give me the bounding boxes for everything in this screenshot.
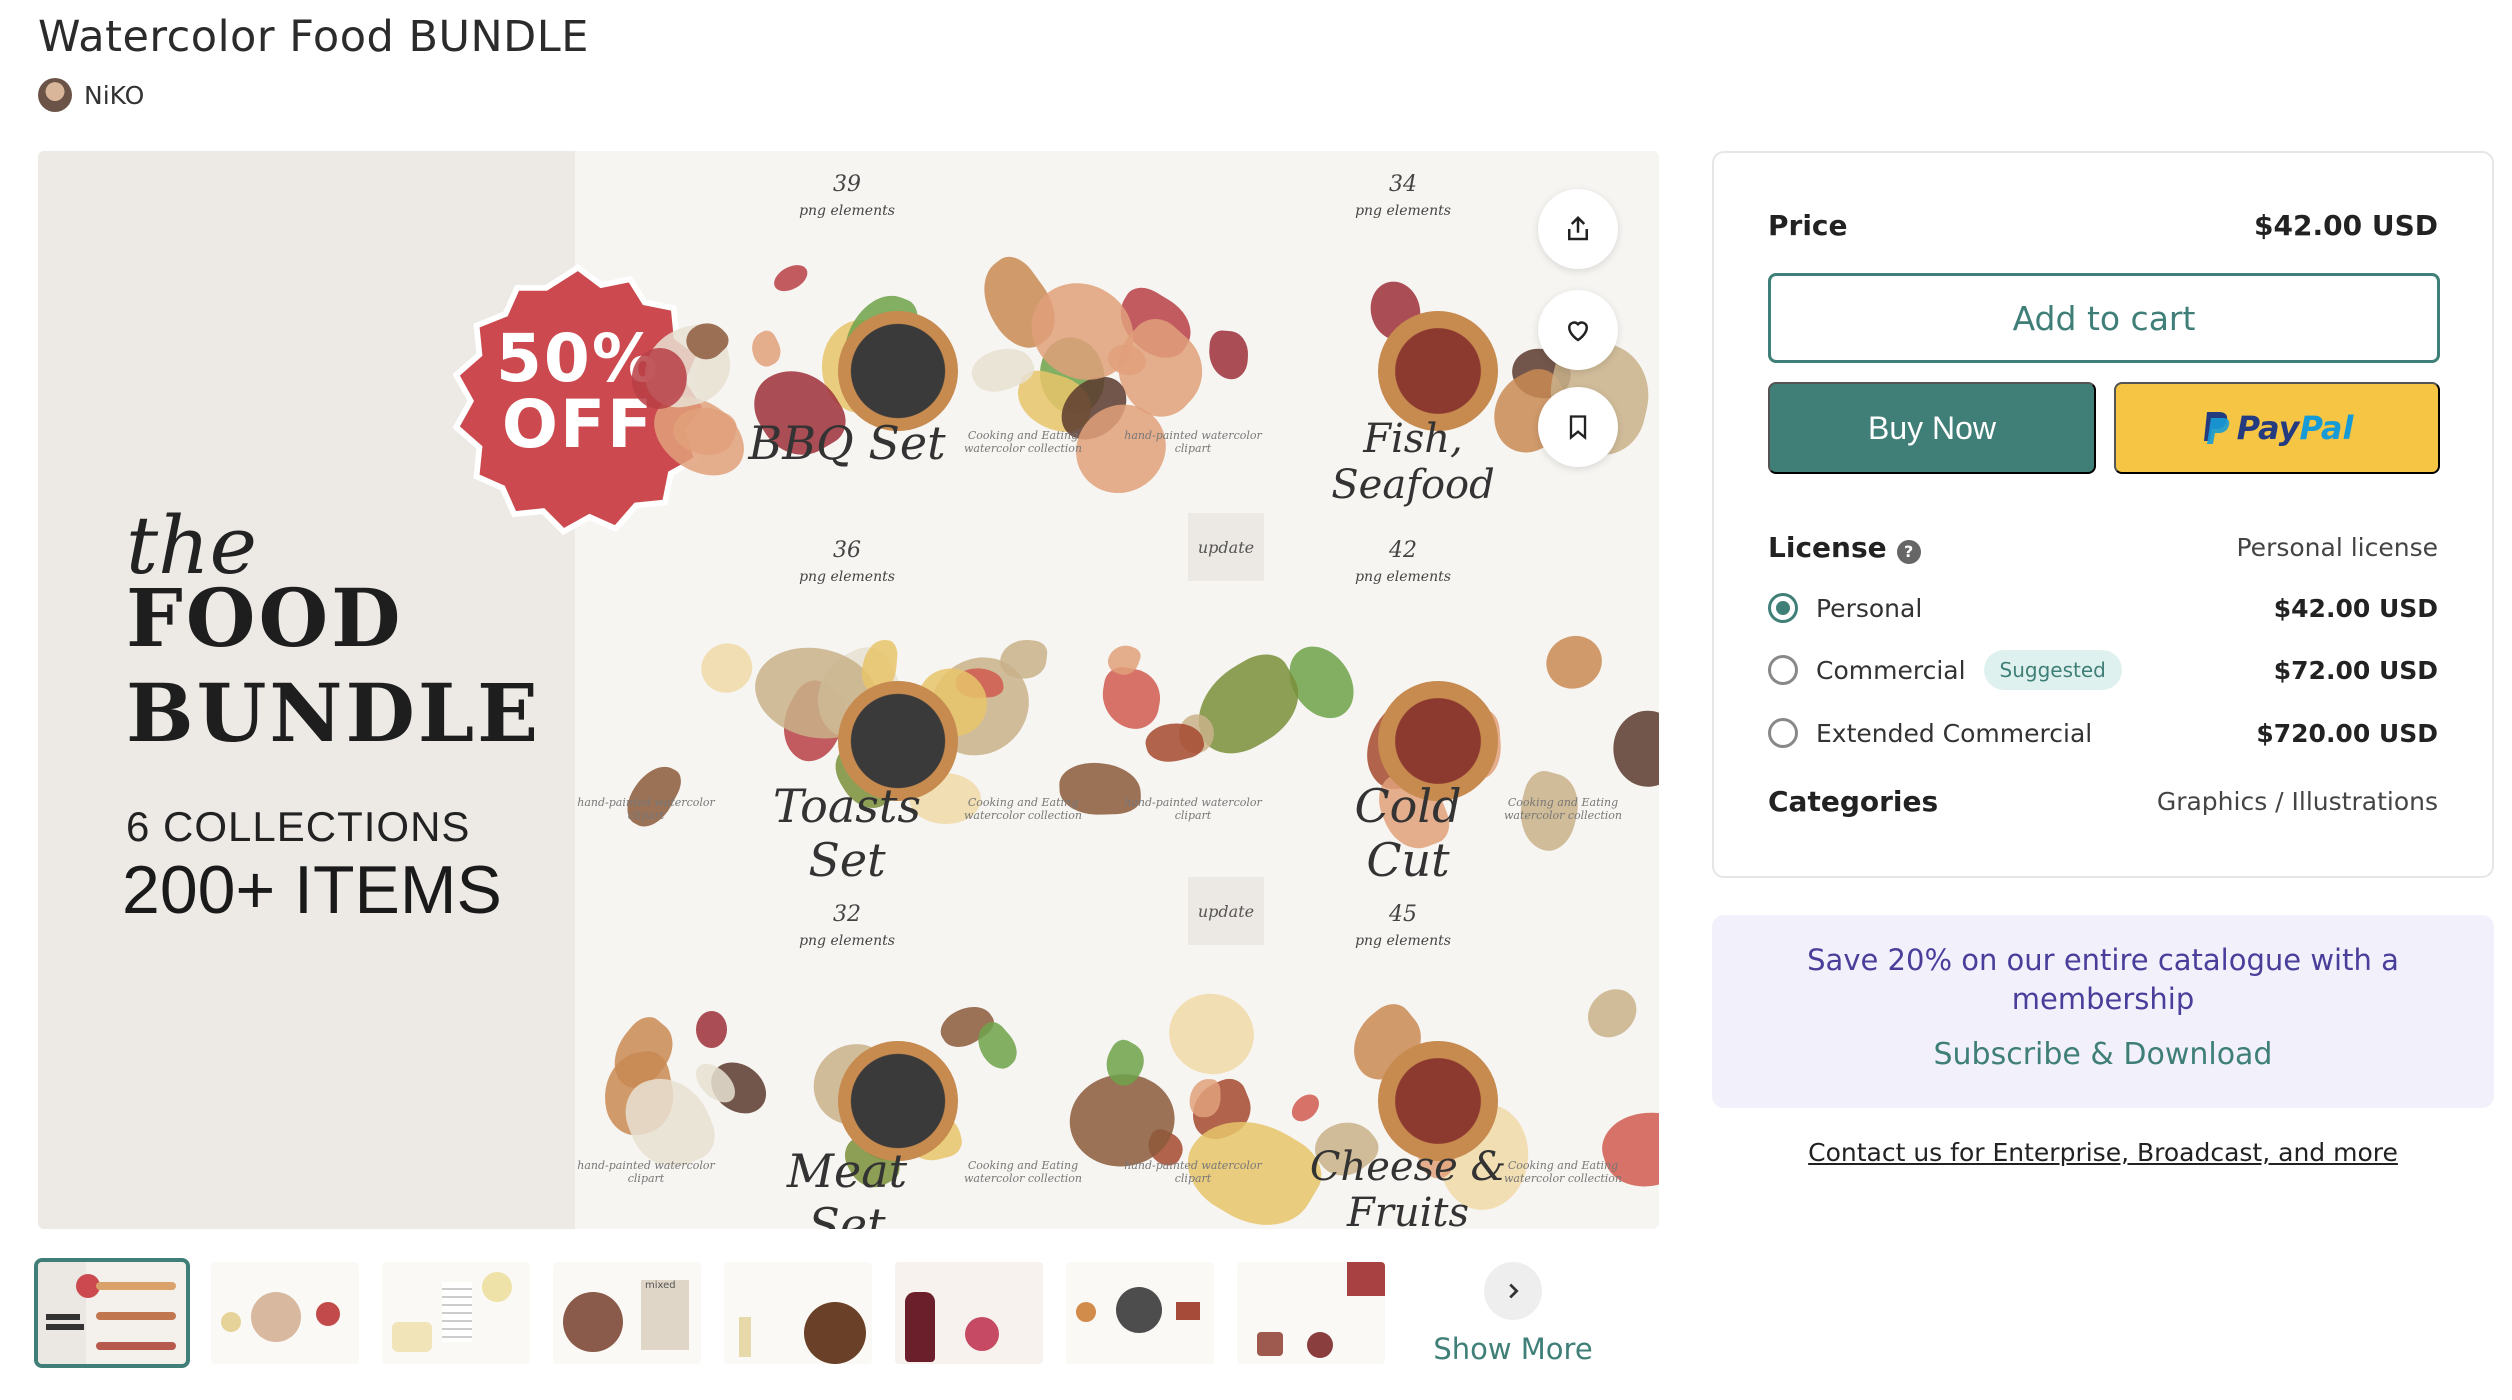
buy-now-button[interactable]: Buy Now [1768, 382, 2096, 474]
license-option-personal[interactable]: Personal $42.00 USD [1768, 593, 2438, 623]
radio-button[interactable] [1768, 718, 1798, 748]
food-illustration [1097, 663, 1165, 732]
food-illustration [838, 311, 958, 431]
author-name: NiKO [84, 80, 145, 110]
food-illustration [838, 1041, 958, 1161]
food-illustration [1287, 1088, 1325, 1127]
chevron-right-icon [1484, 1262, 1542, 1320]
collection-subtitle: Cooking and Eating watercolor collection [964, 1159, 1082, 1185]
collection-count: 36 png elements [799, 538, 895, 586]
hero-collections-count: 6 COLLECTIONS [126, 803, 471, 850]
categories-label: Categories [1768, 785, 1939, 818]
thumbnail[interactable] [724, 1262, 872, 1364]
collection-count: 42 png elements [1355, 538, 1451, 586]
food-illustration [1207, 330, 1250, 381]
collection-subtitle: hand-painted watercolor clipart [1124, 1159, 1262, 1185]
paypal-logo-icon [2203, 412, 2229, 444]
license-option-extended-commercial[interactable]: Extended Commercial $720.00 USD [1768, 718, 2438, 748]
food-illustration [693, 636, 761, 701]
membership-banner: Save 20% on our entire catalogue with a … [1712, 915, 2494, 1108]
save-button[interactable] [1538, 387, 1618, 467]
share-button[interactable] [1538, 189, 1618, 269]
paypal-pay: Pay [2236, 409, 2300, 447]
food-illustration [1537, 627, 1611, 698]
author-avatar [38, 78, 72, 112]
product-title: Watercolor Food BUNDLE [38, 12, 589, 62]
collection-count: 34 png elements [1355, 172, 1451, 220]
license-selected: Personal license [2236, 533, 2439, 562]
hero-bundle-heading: BUNDLE [126, 666, 542, 760]
collection-subtitle: Cooking and Eating watercolor collection [1504, 796, 1622, 822]
collection-name: Cheese & Fruits [1309, 1144, 1507, 1229]
food-illustration [1378, 1041, 1498, 1161]
membership-text: Save 20% on our entire catalogue with a … [1807, 943, 2399, 1016]
show-more-label: Show More [1433, 1332, 1593, 1366]
heart-icon [1567, 321, 1589, 342]
update-tag: update [1188, 877, 1264, 945]
thumbnail[interactable] [1237, 1262, 1385, 1364]
collection-subtitle: hand-painted watercolor clipart [1124, 796, 1262, 822]
food-illustration [695, 1010, 727, 1049]
show-more-button[interactable]: Show More [1413, 1262, 1613, 1366]
thumbnail[interactable] [1066, 1262, 1214, 1364]
collection-subtitle: hand-painted watercolor clipart [577, 1159, 715, 1185]
thumbnail[interactable] [895, 1262, 1043, 1364]
food-illustration [746, 327, 787, 371]
paypal-button[interactable]: PayPal [2114, 382, 2440, 474]
thumbnail-label: mixed [645, 1280, 676, 1291]
food-illustration [1577, 979, 1647, 1048]
update-tag: update [1188, 513, 1264, 581]
collection-subtitle: hand-painted watercolor clipart [577, 796, 715, 822]
license-option-name: Extended Commercial [1816, 718, 2093, 748]
help-icon[interactable]: ? [1896, 539, 1921, 564]
add-to-cart-button[interactable]: Add to cart [1768, 273, 2440, 363]
food-illustration [1160, 983, 1264, 1084]
license-option-price: $42.00 USD [2273, 593, 2438, 623]
collection-count: 32 png elements [799, 902, 895, 950]
thumbnail[interactable] [34, 1258, 190, 1368]
author-link[interactable]: NiKO [38, 78, 144, 112]
thumbnail[interactable]: mixed [553, 1262, 701, 1364]
license-option-price: $72.00 USD [2273, 655, 2438, 685]
radio-button[interactable] [1768, 593, 1798, 623]
radio-button[interactable] [1768, 655, 1798, 685]
thumbnail[interactable] [211, 1262, 359, 1364]
collection-subtitle: hand-painted watercolor clipart [1124, 429, 1262, 455]
categories-link[interactable]: Graphics / Illustrations [2157, 787, 2438, 816]
hero-preview-image[interactable]: 50% OFF the FOOD BUNDLE 6 COLLECTIONS 20… [38, 151, 1659, 1229]
license-option-price: $720.00 USD [2256, 718, 2438, 748]
collection-name: Meat Set [786, 1144, 908, 1229]
paypal-pal: Pal [2299, 409, 2354, 447]
license-option-commercial[interactable]: Commercial Suggested $72.00 USD [1768, 650, 2438, 690]
food-illustration [1612, 710, 1659, 787]
collection-subtitle: Cooking and Eating watercolor collection [964, 429, 1082, 455]
hero-food-heading: FOOD [126, 571, 404, 665]
contact-enterprise-link[interactable]: Contact us for Enterprise, Broadcast, an… [1712, 1138, 2494, 1167]
suggested-badge: Suggested [1983, 650, 2122, 690]
collection-name: Toasts Set [773, 779, 921, 887]
price-label: Price [1768, 209, 1848, 242]
bookmark-icon [1569, 415, 1587, 440]
license-label: License? [1768, 531, 1921, 564]
food-illustration [770, 259, 813, 296]
collection-name: BBQ Set [748, 416, 946, 470]
price-value: $42.00 USD [2254, 209, 2438, 242]
license-option-name: Personal [1816, 593, 1923, 623]
like-button[interactable] [1538, 290, 1618, 370]
collection-name: Fish, Seafood [1331, 416, 1495, 508]
collection-subtitle: Cooking and Eating watercolor collection [964, 796, 1082, 822]
collection-name: Cold Cut [1354, 779, 1462, 887]
subscribe-download-link[interactable]: Subscribe & Download [1712, 1037, 2494, 1072]
collection-count: 39 png elements [799, 172, 895, 220]
license-option-name: Commercial [1816, 655, 1966, 685]
hero-items-count: 200+ ITEMS [122, 852, 502, 928]
share-icon [1568, 215, 1588, 241]
thumbnail[interactable] [382, 1262, 530, 1364]
food-illustration [1378, 311, 1498, 431]
purchase-card: Price $42.00 USD Add to cart Buy Now Pay… [1712, 151, 2494, 878]
collection-count: 45 png elements [1355, 902, 1451, 950]
collection-subtitle: Cooking and Eating watercolor collection [1504, 1159, 1622, 1185]
